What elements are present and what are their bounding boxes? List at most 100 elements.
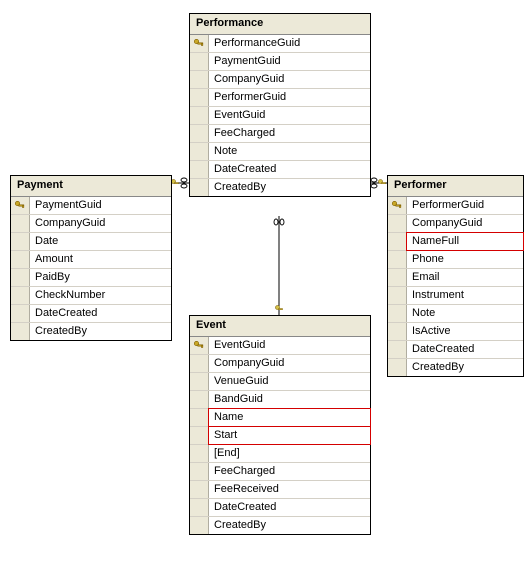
field-name: DateCreated bbox=[209, 499, 370, 516]
field-row[interactable]: Note bbox=[190, 143, 370, 161]
field-row[interactable]: IsActive bbox=[388, 323, 523, 341]
field-row[interactable]: Instrument bbox=[388, 287, 523, 305]
key-icon bbox=[190, 337, 209, 354]
field-row[interactable]: CreatedBy bbox=[388, 359, 523, 376]
field-row[interactable]: CheckNumber bbox=[11, 287, 171, 305]
field-row[interactable]: FeeCharged bbox=[190, 463, 370, 481]
field-row[interactable]: FeeReceived bbox=[190, 481, 370, 499]
field-row[interactable]: CompanyGuid bbox=[11, 215, 171, 233]
field-gutter bbox=[388, 359, 407, 376]
field-row[interactable]: CreatedBy bbox=[190, 179, 370, 196]
field-gutter bbox=[190, 161, 209, 178]
field-row[interactable]: PerformerGuid bbox=[190, 89, 370, 107]
field-name: CompanyGuid bbox=[209, 355, 370, 372]
field-name: IsActive bbox=[407, 323, 523, 340]
table-title: Performance bbox=[190, 14, 370, 35]
field-gutter bbox=[388, 341, 407, 358]
field-row[interactable]: CompanyGuid bbox=[190, 71, 370, 89]
field-gutter bbox=[190, 409, 209, 426]
field-row[interactable]: PaidBy bbox=[11, 269, 171, 287]
field-row[interactable]: Amount bbox=[11, 251, 171, 269]
field-gutter bbox=[388, 323, 407, 340]
key-icon bbox=[190, 35, 209, 52]
field-name: Phone bbox=[407, 251, 523, 268]
field-row[interactable]: DateCreated bbox=[190, 161, 370, 179]
field-gutter bbox=[190, 373, 209, 390]
field-row[interactable]: FeeCharged bbox=[190, 125, 370, 143]
field-name: DateCreated bbox=[209, 161, 370, 178]
field-gutter bbox=[190, 143, 209, 160]
field-name: CreatedBy bbox=[209, 517, 370, 534]
table-payment[interactable]: PaymentPaymentGuidCompanyGuidDateAmountP… bbox=[10, 175, 172, 341]
field-row[interactable]: Start bbox=[190, 427, 370, 445]
field-row[interactable]: PaymentGuid bbox=[190, 53, 370, 71]
field-row[interactable]: VenueGuid bbox=[190, 373, 370, 391]
field-name: Note bbox=[407, 305, 523, 322]
field-gutter bbox=[190, 125, 209, 142]
field-name: Email bbox=[407, 269, 523, 286]
field-row[interactable]: PerformanceGuid bbox=[190, 35, 370, 53]
field-name: PerformerGuid bbox=[407, 197, 523, 214]
field-name: FeeCharged bbox=[209, 125, 370, 142]
field-row[interactable]: CompanyGuid bbox=[388, 215, 523, 233]
table-event[interactable]: EventEventGuidCompanyGuidVenueGuidBandGu… bbox=[189, 315, 371, 535]
field-row[interactable]: CompanyGuid bbox=[190, 355, 370, 373]
field-row[interactable]: Phone bbox=[388, 251, 523, 269]
field-name: PaymentGuid bbox=[30, 197, 171, 214]
table-title: Payment bbox=[11, 176, 171, 197]
field-row[interactable]: [End] bbox=[190, 445, 370, 463]
field-name: NameFull bbox=[406, 232, 524, 251]
field-gutter bbox=[190, 427, 209, 444]
field-name: Date bbox=[30, 233, 171, 250]
table-performance[interactable]: PerformancePerformanceGuidPaymentGuidCom… bbox=[189, 13, 371, 197]
field-gutter bbox=[190, 481, 209, 498]
field-name: CompanyGuid bbox=[407, 215, 523, 232]
field-row[interactable]: EventGuid bbox=[190, 107, 370, 125]
field-gutter bbox=[388, 251, 407, 268]
field-name: EventGuid bbox=[209, 337, 370, 354]
field-row[interactable]: DateCreated bbox=[11, 305, 171, 323]
field-row[interactable]: Note bbox=[388, 305, 523, 323]
field-gutter bbox=[11, 323, 30, 340]
field-row[interactable]: CreatedBy bbox=[11, 323, 171, 340]
field-row[interactable]: Email bbox=[388, 269, 523, 287]
field-row[interactable]: Date bbox=[11, 233, 171, 251]
field-gutter bbox=[11, 287, 30, 304]
field-name: CreatedBy bbox=[407, 359, 523, 376]
field-name: PaymentGuid bbox=[209, 53, 370, 70]
field-row[interactable]: DateCreated bbox=[388, 341, 523, 359]
field-row[interactable]: EventGuid bbox=[190, 337, 370, 355]
field-row[interactable]: DateCreated bbox=[190, 499, 370, 517]
field-row[interactable]: PerformerGuid bbox=[388, 197, 523, 215]
table-performer[interactable]: PerformerPerformerGuidCompanyGuidNameFul… bbox=[387, 175, 524, 377]
field-row[interactable]: PaymentGuid bbox=[11, 197, 171, 215]
field-name: CompanyGuid bbox=[209, 71, 370, 88]
field-gutter bbox=[11, 269, 30, 286]
key-icon bbox=[388, 197, 407, 214]
field-name: Note bbox=[209, 143, 370, 160]
field-gutter bbox=[190, 107, 209, 124]
field-name: CompanyGuid bbox=[30, 215, 171, 232]
field-name: [End] bbox=[209, 445, 370, 462]
field-row[interactable]: BandGuid bbox=[190, 391, 370, 409]
field-name: DateCreated bbox=[407, 341, 523, 358]
field-gutter bbox=[190, 71, 209, 88]
field-gutter bbox=[388, 215, 407, 232]
field-name: EventGuid bbox=[209, 107, 370, 124]
field-gutter bbox=[11, 215, 30, 232]
field-name: PaidBy bbox=[30, 269, 171, 286]
field-row[interactable]: Name bbox=[190, 409, 370, 427]
field-gutter bbox=[388, 305, 407, 322]
field-gutter bbox=[190, 53, 209, 70]
field-gutter bbox=[190, 517, 209, 534]
field-name: VenueGuid bbox=[209, 373, 370, 390]
field-gutter bbox=[190, 355, 209, 372]
field-row[interactable]: NameFull bbox=[388, 233, 523, 251]
field-row[interactable]: CreatedBy bbox=[190, 517, 370, 534]
field-gutter bbox=[190, 391, 209, 408]
field-gutter bbox=[388, 269, 407, 286]
field-gutter bbox=[190, 463, 209, 480]
relation-payment-performance bbox=[170, 178, 189, 188]
key-icon bbox=[11, 197, 30, 214]
field-name: PerformanceGuid bbox=[209, 35, 370, 52]
